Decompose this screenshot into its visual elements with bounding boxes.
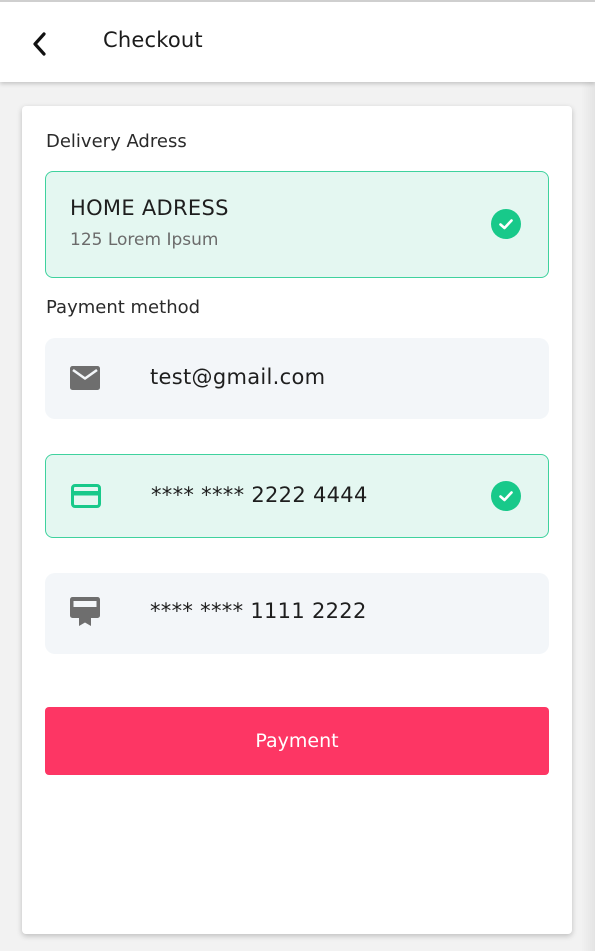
credit-card-icon [70, 480, 102, 512]
check-circle-icon [491, 209, 521, 239]
payment-method-text: test@gmail.com [150, 365, 326, 389]
delivery-address-label: Delivery Adress [46, 131, 187, 152]
chevron-left-icon [33, 32, 46, 56]
payment-method-email[interactable]: test@gmail.com [45, 338, 549, 419]
checkout-card: Delivery Adress HOME ADRESS 125 Lorem Ip… [22, 106, 572, 934]
background-edge [581, 82, 595, 951]
back-button[interactable] [22, 24, 58, 64]
payment-method-label: Payment method [46, 297, 201, 318]
checkout-screen: Checkout Delivery Adress HOME ADRESS 125… [0, 0, 595, 951]
address-line: 125 Lorem Ipsum [70, 230, 219, 250]
payment-button[interactable]: Payment [45, 707, 549, 775]
top-app-bar: Checkout [0, 0, 595, 82]
payment-method-card-4444[interactable]: **** **** 2222 4444 [45, 454, 549, 538]
address-title: HOME ADRESS [70, 196, 229, 220]
mail-icon [69, 362, 101, 394]
payment-method-text: **** **** 1111 2222 [150, 599, 367, 623]
check-circle-icon [491, 481, 521, 511]
delivery-address-option[interactable]: HOME ADRESS 125 Lorem Ipsum [45, 171, 549, 278]
payment-method-card-2222[interactable]: **** **** 1111 2222 [45, 573, 549, 654]
card-ribbon-icon [69, 596, 101, 628]
payment-method-text: **** **** 2222 4444 [151, 483, 368, 507]
page-title: Checkout [103, 28, 203, 52]
